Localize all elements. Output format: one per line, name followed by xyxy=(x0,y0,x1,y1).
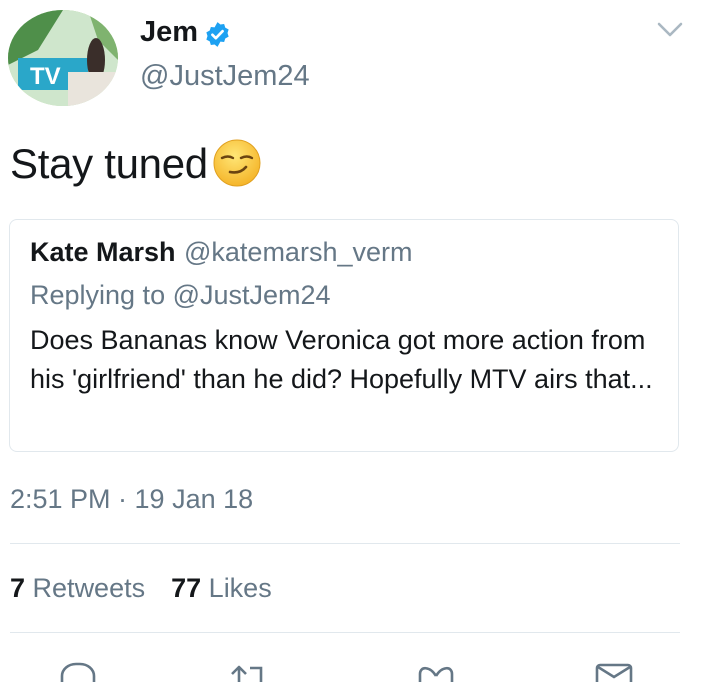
quoted-replying-to: Replying to @JustJem24 xyxy=(30,280,331,311)
retweets-count: 7 xyxy=(10,573,26,603)
like-icon[interactable] xyxy=(416,662,456,682)
verified-badge-icon xyxy=(206,22,229,47)
retweets-label: Retweets xyxy=(32,573,146,603)
tweet-stats: 7 Retweets 77 Likes xyxy=(10,573,272,604)
quoted-tweet-text: Does Bananas know Veronica got more acti… xyxy=(30,325,653,394)
divider xyxy=(10,543,680,544)
reply-icon[interactable] xyxy=(56,660,96,682)
likes-stat[interactable]: 77 Likes xyxy=(171,573,272,603)
chevron-down-icon[interactable] xyxy=(656,20,684,40)
replying-handle[interactable]: @JustJem24 xyxy=(173,280,331,310)
quoted-tweet-card[interactable]: Kate Marsh @katemarsh_verm Replying to @… xyxy=(9,219,679,452)
quoted-author-handle: @katemarsh_verm xyxy=(184,237,413,267)
smirking-face-emoji-icon xyxy=(213,139,261,187)
tweet-timestamp[interactable]: 2:51 PM · 19 Jan 18 xyxy=(10,484,253,515)
tweet-text: Stay tuned xyxy=(10,140,208,187)
retweets-stat[interactable]: 7 Retweets xyxy=(10,573,145,603)
retweet-icon[interactable] xyxy=(228,664,272,682)
quoted-author-name: Kate Marsh xyxy=(30,237,176,267)
author-name[interactable]: Jem xyxy=(140,16,198,49)
avatar-logo-text: TV xyxy=(30,63,61,90)
likes-label: Likes xyxy=(208,573,272,603)
likes-count: 77 xyxy=(171,573,202,603)
share-icon[interactable] xyxy=(594,662,634,682)
divider xyxy=(10,632,680,633)
avatar[interactable]: TV xyxy=(8,10,118,106)
author-handle[interactable]: @JustJem24 xyxy=(140,60,310,93)
replying-prefix: Replying to xyxy=(30,280,173,310)
